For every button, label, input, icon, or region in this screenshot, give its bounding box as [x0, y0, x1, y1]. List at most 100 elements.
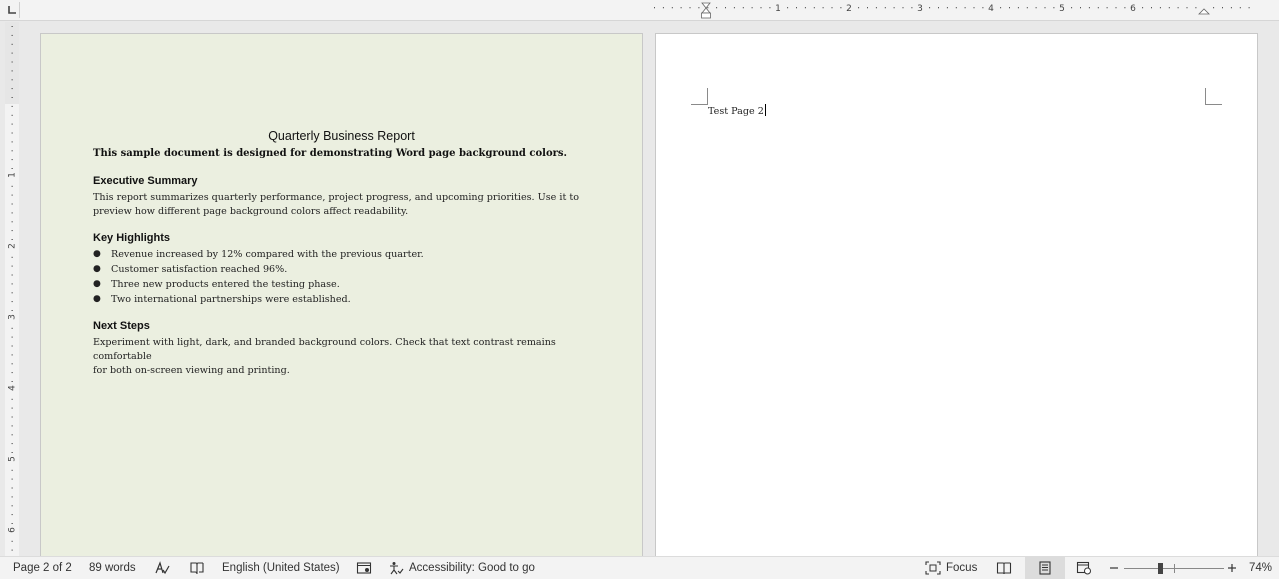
right-indent-marker[interactable] — [1198, 8, 1210, 15]
page-2[interactable]: Test Page 2 — [655, 33, 1258, 556]
vertical-ruler[interactable]: 1 2 3 4 5 6 — [5, 22, 19, 556]
margin-crop-mark-right — [1205, 88, 1222, 105]
ruler-tick — [955, 7, 957, 9]
word-count-indicator[interactable]: 89 words — [89, 557, 136, 579]
ruler-tick — [760, 7, 762, 9]
ruler-tick — [813, 7, 815, 9]
bullet-icon: ● — [93, 264, 101, 274]
bullet-icon: ● — [93, 249, 101, 259]
ruler-tick — [769, 7, 771, 9]
ruler-tick — [654, 7, 655, 9]
document-area[interactable]: Quarterly Business Report This sample do… — [22, 22, 1279, 556]
macro-recording-button[interactable] — [356, 557, 372, 579]
ruler-tick — [796, 7, 797, 9]
ruler-label: 6 — [8, 527, 18, 533]
ruler-tick — [11, 452, 13, 453]
web-layout-button[interactable] — [1076, 557, 1092, 579]
read-mode-button[interactable] — [996, 557, 1012, 579]
ruler-label: 2 — [8, 243, 18, 249]
page-number-indicator[interactable]: Page 2 of 2 — [13, 557, 72, 579]
zoom-center-tick — [1174, 564, 1175, 573]
ruler-tick — [964, 7, 966, 9]
ruler-tick — [1088, 7, 1090, 9]
ruler-tick — [11, 363, 13, 365]
paragraph-line: for both on-screen viewing and printing. — [93, 365, 290, 376]
ruler-tick — [11, 97, 13, 98]
top-ruler-area: 1 2 3 4 5 6 — [0, 0, 1279, 21]
ruler-tick — [707, 7, 709, 9]
ruler-tick — [11, 478, 13, 480]
read-icon — [189, 561, 205, 575]
list-item: ● Three new products entered the testing … — [93, 279, 340, 290]
ruler-label: 2 — [846, 4, 852, 14]
ruler-tick — [716, 7, 718, 9]
read-aloud-button[interactable] — [189, 557, 205, 579]
ruler-tick — [11, 336, 13, 338]
zoom-level-button[interactable]: 74% — [1249, 557, 1272, 579]
focus-label: Focus — [946, 562, 978, 574]
paragraph-next-steps: Experiment with light, dark, and branded… — [93, 336, 613, 378]
page-1[interactable]: Quarterly Business Report This sample do… — [40, 33, 643, 556]
ruler-tick — [893, 7, 895, 9]
focus-mode-button[interactable]: Focus — [925, 557, 977, 579]
language-label: English (United States) — [222, 562, 340, 574]
accessibility-icon — [388, 561, 404, 575]
ruler-tick — [11, 168, 13, 169]
ruler-tick — [11, 487, 13, 489]
document-title: Quarterly Business Report — [268, 129, 415, 143]
ruler-tick — [11, 514, 13, 516]
heading-next-steps: Next Steps — [93, 320, 150, 332]
ruler-tick — [725, 7, 726, 9]
ruler-tick — [11, 79, 13, 81]
ruler-tick — [1186, 7, 1188, 9]
ruler-tick — [11, 203, 13, 205]
ruler-tick — [867, 7, 868, 9]
ruler-tick — [11, 523, 13, 524]
bullet-icon: ● — [93, 279, 101, 289]
zoom-slider-thumb[interactable] — [1158, 563, 1163, 574]
ruler-tick — [1097, 7, 1099, 9]
zoom-out-button[interactable] — [1109, 557, 1119, 579]
ruler-label: 4 — [988, 4, 994, 14]
ruler-tick — [11, 354, 13, 356]
language-indicator[interactable]: English (United States) — [222, 557, 340, 579]
web-layout-icon — [1076, 561, 1092, 575]
horizontal-ruler[interactable]: 1 2 3 4 5 6 — [650, 0, 1258, 20]
ruler-tick — [11, 345, 13, 347]
list-item: ● Customer satisfaction reached 96%. — [93, 264, 288, 275]
paragraph-line: preview how different page background co… — [93, 206, 409, 217]
ruler-margin-shade — [5, 22, 19, 104]
ruler-tick — [11, 256, 13, 258]
ruler-label: 5 — [1059, 4, 1065, 14]
ruler-tick — [1026, 7, 1028, 9]
ruler-tick — [11, 549, 13, 551]
zoom-in-button[interactable] — [1227, 557, 1237, 579]
left-indent-marker[interactable] — [701, 2, 711, 19]
ruler-tick — [1017, 7, 1019, 9]
paragraph-executive-summary: This report summarizes quarterly perform… — [93, 191, 593, 219]
document-subtitle: This sample document is designed for dem… — [93, 148, 568, 159]
ruler-tick — [11, 372, 13, 374]
ruler-tick — [1000, 7, 1002, 9]
ruler-tick — [11, 123, 13, 125]
ruler-tick — [946, 7, 948, 9]
tab-selector-button[interactable] — [4, 2, 20, 18]
ruler-tick — [11, 194, 13, 196]
proofing-button[interactable] — [154, 557, 170, 579]
ruler-tick — [733, 7, 735, 9]
ruler-tick — [840, 7, 842, 9]
print-layout-button[interactable] — [1025, 557, 1065, 579]
ruler-tick — [1248, 7, 1250, 9]
ruler-tick — [973, 7, 975, 9]
page2-body-text[interactable]: Test Page 2 — [708, 104, 766, 117]
ruler-tick — [11, 26, 13, 27]
accessibility-checker[interactable]: Accessibility: Good to go — [388, 557, 535, 579]
ruler-tick — [1053, 7, 1055, 9]
zoom-slider[interactable] — [1124, 557, 1224, 579]
ruler-tick — [11, 292, 13, 294]
bullet-icon: ● — [93, 294, 101, 304]
text-cursor — [764, 104, 766, 116]
ruler-tick — [1177, 7, 1179, 9]
zoom-level-label: 74% — [1249, 562, 1273, 574]
ruler-tick — [1142, 7, 1144, 9]
